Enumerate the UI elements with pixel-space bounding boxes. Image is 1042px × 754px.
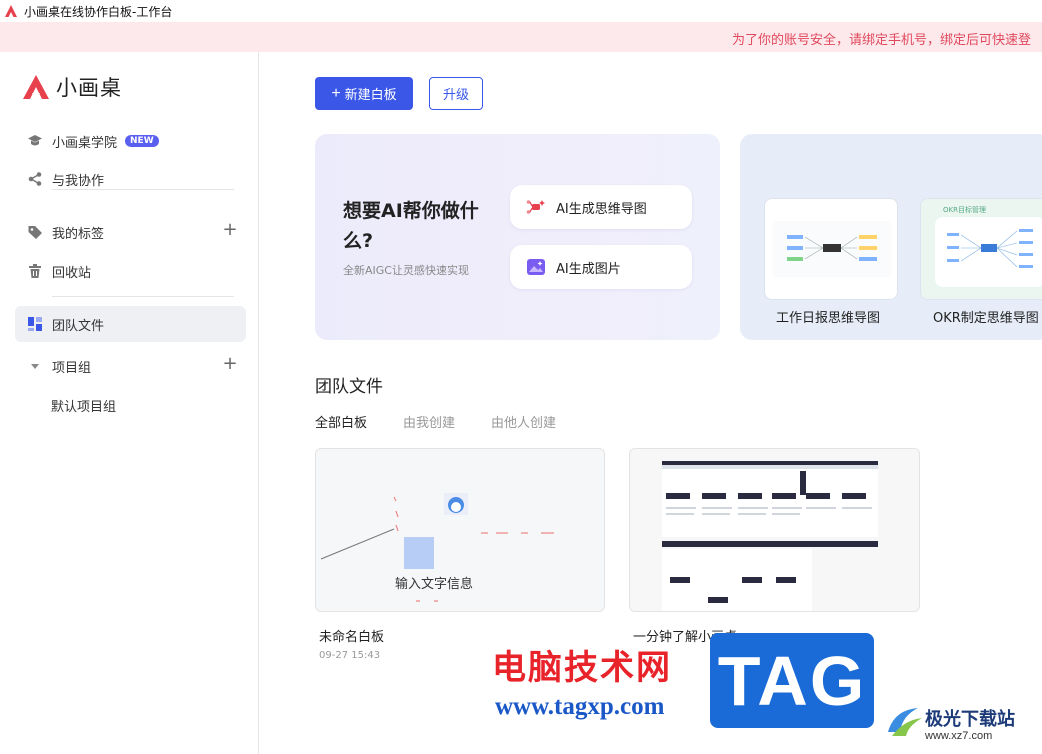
jiguang-logo-icon [888,708,922,736]
ai-image-button[interactable]: AI生成图片 [510,245,692,289]
tab-created-by-me[interactable]: 由我创建 [403,412,455,431]
watermark-jg-name: 极光下载站 [925,709,1015,730]
new-badge: NEW [125,135,159,147]
sidebar-item-academy[interactable]: 小画桌学院 NEW [15,123,246,159]
file-card-intro[interactable] [629,448,920,612]
sidebar-item-label: 项目组 [52,360,92,376]
sidebar-item-team-files[interactable]: 团队文件 [15,306,246,342]
brand-logo-icon [23,75,49,99]
notice-text: 为了你的账号安全，请绑定手机号，绑定后可快速登 [732,33,1032,48]
tab-created-by-others[interactable]: 由他人创建 [491,412,556,431]
sidebar-divider [52,296,234,297]
app-logo-icon [5,5,17,17]
mindmap-icon [526,200,545,214]
window-title: 小画桌在线协作白板-工作台 [24,4,173,19]
mindmap-preview-icon [773,221,891,277]
sidebar-item-collab[interactable]: 与我协作 [15,161,246,197]
template-label: OKR制定思维导图 [933,311,1039,326]
caret-down-icon[interactable] [27,358,43,374]
brand-name: 小画桌 [56,76,122,100]
okr-thumb-title: OKR目标管理 [943,206,986,214]
watermark-site-name: 电脑技术网 [492,648,672,688]
sidebar-divider [52,189,234,190]
tab-all-whiteboards[interactable]: 全部白板 [315,412,367,431]
ai-card-subtitle: 全新AIGC让灵感快速实现 [343,264,469,277]
watermark-tag-logo: TAG [710,633,874,728]
sidebar: 小画桌 小画桌学院 NEW 与我协作 我的标签 + 回收站 团队文件 项目组 +… [0,52,259,754]
new-whiteboard-button[interactable]: + 新建白板 [315,77,413,110]
sidebar-item-label: 团队文件 [52,318,105,334]
sidebar-item-label: 与我协作 [52,173,105,189]
file-date: 09-27 15:43 [319,650,381,661]
watermark-url: www.tagxp.com [495,693,665,720]
ai-promo-card: 想要AI帮你做什么? 全新AIGC让灵感快速实现 AI生成思维导图 AI生成图片 [315,134,720,340]
new-whiteboard-label: 新建白板 [344,87,397,102]
add-tag-plus-icon[interactable]: + [222,221,238,239]
template-thumb-daily-report[interactable] [764,198,898,300]
file-preview-text: 输入文字信息 [395,577,474,592]
trash-icon [27,263,43,279]
watermark-jg-url: www.xz7.com [925,730,993,742]
sidebar-item-trash[interactable]: 回收站 [15,253,246,289]
upgrade-button[interactable]: 升级 [429,77,483,110]
guide-preview-icon [630,449,919,611]
template-thumb-okr[interactable]: OKR目标管理 [920,198,1042,300]
ai-mindmap-button[interactable]: AI生成思维导图 [510,185,692,229]
share-icon [27,171,43,187]
sidebar-item-label: 小画桌学院 [52,135,118,151]
sidebar-item-default-project[interactable]: 默认项目组 [51,396,116,415]
graduation-cap-icon [27,133,43,149]
ai-card-title: 想要AI帮你做什么? [343,200,479,252]
window-titlebar: 小画桌在线协作白板-工作台 [0,0,1042,22]
grid-icon [27,316,43,332]
brand-logo[interactable]: 小画桌 [22,72,122,102]
plus-icon: + [331,84,341,102]
template-label: 工作日报思维导图 [776,311,881,326]
ai-image-label: AI生成图片 [556,261,621,277]
image-sparkle-icon [527,259,545,275]
add-project-plus-icon[interactable]: + [222,355,238,373]
sidebar-item-project-group[interactable]: 项目组 + [15,348,246,384]
ai-mindmap-label: AI生成思维导图 [556,201,647,217]
sidebar-item-label: 回收站 [52,265,92,281]
file-name[interactable]: 未命名白板 [319,626,384,645]
template-card: 工作日报思维导图 OKR目标管理 OKR制定思维导图 [740,134,1042,340]
bind-phone-notice[interactable]: 为了你的账号安全，请绑定手机号，绑定后可快速登 [0,22,1042,52]
tag-icon [27,224,43,240]
sidebar-item-tags[interactable]: 我的标签 + [15,214,246,250]
section-title: 团队文件 [315,377,383,397]
file-card-untitled[interactable]: 输入文字信息 [315,448,605,612]
watermark-tag-text: TAG [717,641,867,720]
sidebar-item-label: 我的标签 [52,226,105,242]
